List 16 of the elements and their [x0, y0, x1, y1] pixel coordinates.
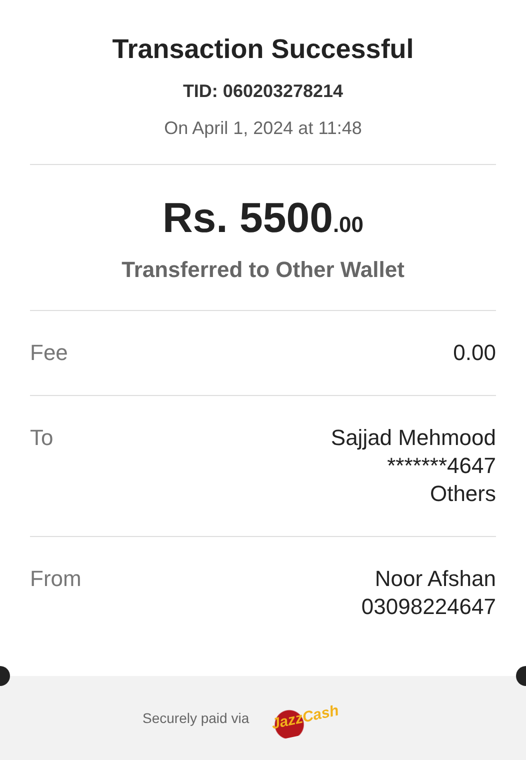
detail-label: Fee — [30, 339, 68, 367]
detail-value: 03098224647 — [361, 593, 496, 621]
detail-value: *******4647 — [387, 452, 496, 480]
detail-value: Others — [430, 480, 496, 508]
amount: Rs. 5500 — [162, 193, 333, 243]
transaction-id: TID: 060203278214 — [182, 80, 344, 103]
transaction-date: On April 1, 2024 at 11:48 — [164, 117, 362, 140]
receipt-title: Transaction Successful — [112, 33, 414, 66]
detail-value: Noor Afshan — [374, 565, 496, 593]
footer-text: Securely paid via — [142, 708, 250, 728]
amount-decimal: .00 — [332, 211, 364, 239]
transfer-type: Transferred to Other Wallet — [122, 256, 404, 284]
detail-value: 0.00 — [453, 339, 496, 367]
detail-label: From — [30, 565, 82, 593]
detail-label: To — [30, 424, 54, 452]
detail-value: Sajjad Mehmood — [330, 424, 496, 452]
